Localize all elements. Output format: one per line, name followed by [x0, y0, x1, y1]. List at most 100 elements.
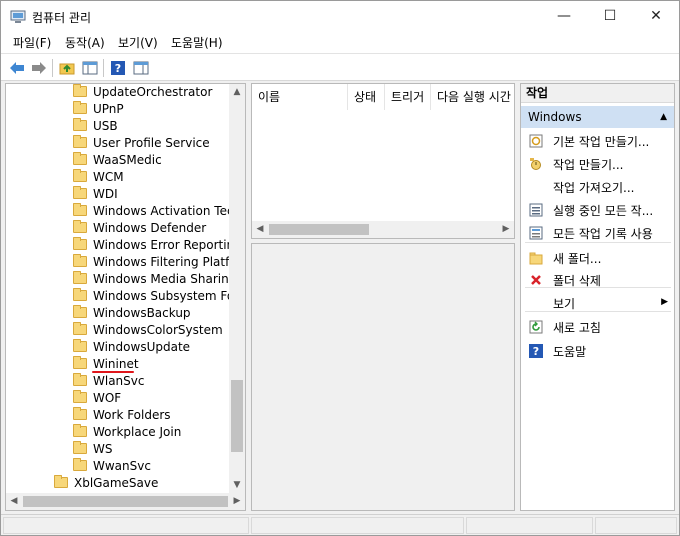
tree-item[interactable]: WOF: [6, 390, 230, 407]
task-list: 이름 상태 트리거 다음 실행 시간 ◀ ▶: [251, 83, 515, 239]
folder-icon: [73, 84, 87, 97]
tree-item[interactable]: Windows Error Reporting: [6, 237, 230, 254]
column-name[interactable]: 이름: [252, 84, 348, 110]
tree-item-label: WS: [93, 442, 113, 456]
tree-item[interactable]: Windows Media Sharing: [6, 271, 230, 288]
action-item[interactable]: 새로 고침: [521, 316, 674, 339]
tree-item[interactable]: XblGameSave: [6, 475, 230, 492]
scroll-right-icon[interactable]: ▶: [498, 221, 514, 237]
tree-scroll-thumb[interactable]: [231, 380, 243, 452]
forward-arrow-icon: [32, 62, 46, 74]
menu-help[interactable]: 도움말(H): [171, 34, 223, 51]
tree-item[interactable]: Windows Filtering Platform: [6, 254, 230, 271]
list-horizontal-scrollbar[interactable]: ◀ ▶: [252, 221, 514, 238]
tree-item[interactable]: Windows Subsystem For Linux: [6, 288, 230, 305]
folder-icon: [73, 441, 87, 454]
forward-button[interactable]: [29, 58, 49, 78]
column-next-run[interactable]: 다음 실행 시간: [431, 84, 514, 110]
action-item[interactable]: 실행 중인 모든 작...: [521, 199, 674, 222]
back-arrow-icon: [10, 62, 24, 74]
show-hide-action-pane-button[interactable]: [131, 58, 151, 78]
help-icon: ?: [529, 344, 543, 358]
up-folder-icon: [59, 63, 75, 75]
tree-horizontal-scrollbar[interactable]: ◀ ▶: [6, 493, 245, 510]
folder-icon: [73, 339, 87, 352]
tree-item-label: Windows Filtering Platform: [93, 255, 230, 269]
action-item[interactable]: 작업 만들기...: [521, 153, 674, 176]
folder-icon: [73, 322, 87, 335]
folder-icon: [73, 390, 87, 403]
folder-icon: [73, 220, 87, 233]
maximize-button[interactable]: ☐: [587, 1, 633, 32]
folder-icon: [73, 186, 87, 199]
actions-section-label: Windows: [528, 110, 582, 124]
tree-item[interactable]: WwanSvc: [6, 458, 230, 475]
computer-management-window: 컴퓨터 관리 — ☐ ✕ 파일(F) 동작(A) 보기(V) 도움말(H) ?: [0, 0, 680, 536]
close-icon: ✕: [650, 8, 662, 24]
minimize-button[interactable]: —: [541, 1, 587, 32]
tree-item[interactable]: Workplace Join: [6, 424, 230, 441]
action-item[interactable]: ? 도움말: [521, 340, 674, 363]
actions-pane: 작업 Windows ▲ 기본 작업 만들기... 작업 만들기... 작업 가져오…: [520, 83, 675, 511]
tree-item[interactable]: Windows Defender: [6, 220, 230, 237]
tree-item-label: Windows Defender: [93, 221, 207, 235]
menu-view[interactable]: 보기(V): [118, 34, 158, 51]
tree-item-label: Windows Subsystem For Linux: [93, 289, 230, 303]
tree-item[interactable]: WCM: [6, 169, 230, 186]
tree-item-label: WDI: [93, 187, 118, 201]
scroll-down-icon[interactable]: ▼: [229, 477, 245, 493]
tree-item-label: WindowsUpdate: [93, 340, 191, 354]
tree-item[interactable]: Windows Activation Technologies: [6, 203, 230, 220]
tree-item[interactable]: WS: [6, 441, 230, 458]
tree-hscroll-thumb[interactable]: [23, 496, 228, 507]
back-button[interactable]: [7, 58, 27, 78]
action-item[interactable]: 새 폴더...: [521, 247, 674, 270]
show-hide-tree-button[interactable]: [80, 58, 100, 78]
menu-file[interactable]: 파일(F): [13, 34, 51, 51]
delete-icon: [529, 273, 543, 287]
column-status[interactable]: 상태: [348, 84, 385, 110]
tree-item[interactable]: UPnP: [6, 101, 230, 118]
close-button[interactable]: ✕: [633, 1, 679, 32]
new-folder-icon: [529, 251, 543, 265]
tree-item[interactable]: Wininet: [6, 356, 230, 373]
tree-item[interactable]: WlanSvc: [6, 373, 230, 390]
action-item[interactable]: 기본 작업 만들기...: [521, 130, 674, 153]
scroll-left-icon[interactable]: ◀: [252, 221, 268, 237]
tree-item[interactable]: WindowsColorSystem: [6, 322, 230, 339]
tree-item[interactable]: Work Folders: [6, 407, 230, 424]
tree-item[interactable]: UpdateOrchestrator: [6, 84, 230, 101]
action-separator: [525, 311, 671, 312]
up-folder-button[interactable]: [57, 58, 77, 78]
folder-icon: [73, 203, 87, 216]
tree-item[interactable]: WaaSMedic: [6, 152, 230, 169]
action-item[interactable]: 폴더 삭제: [521, 269, 674, 292]
tree-item[interactable]: WDI: [6, 186, 230, 203]
column-trigger[interactable]: 트리거: [385, 84, 431, 110]
tree-item-label: Windows Activation Technologies: [93, 204, 230, 218]
help-button[interactable]: ?: [108, 58, 128, 78]
scroll-left-icon[interactable]: ◀: [6, 493, 22, 509]
tree-item-label: WlanSvc: [93, 374, 145, 388]
folder-icon: [73, 271, 87, 284]
tree-vertical-scrollbar[interactable]: ▲ ▼: [229, 84, 245, 493]
menu-action[interactable]: 동작(A): [65, 34, 105, 51]
scroll-up-icon[interactable]: ▲: [229, 84, 245, 100]
tree-item[interactable]: User Profile Service: [6, 135, 230, 152]
action-separator: [525, 287, 671, 288]
folder-icon: [73, 424, 87, 437]
folder-icon: [73, 135, 87, 148]
tree-item[interactable]: WindowsBackup: [6, 305, 230, 322]
collapse-up-icon[interactable]: ▲: [660, 106, 667, 128]
action-item[interactable]: 작업 가져오기...: [521, 176, 674, 199]
svg-text:?: ?: [533, 345, 539, 358]
list-hscroll-thumb[interactable]: [269, 224, 369, 235]
tree-item-label: UPnP: [93, 102, 124, 116]
actions-section-windows[interactable]: Windows ▲: [521, 106, 674, 128]
action-item-label: 작업 만들기...: [553, 158, 624, 172]
scroll-right-icon[interactable]: ▶: [229, 493, 245, 509]
window-title: 컴퓨터 관리: [32, 11, 92, 25]
tree-item[interactable]: WindowsUpdate: [6, 339, 230, 356]
action-item-label: 도움말: [553, 345, 587, 359]
tree-item[interactable]: USB: [6, 118, 230, 135]
